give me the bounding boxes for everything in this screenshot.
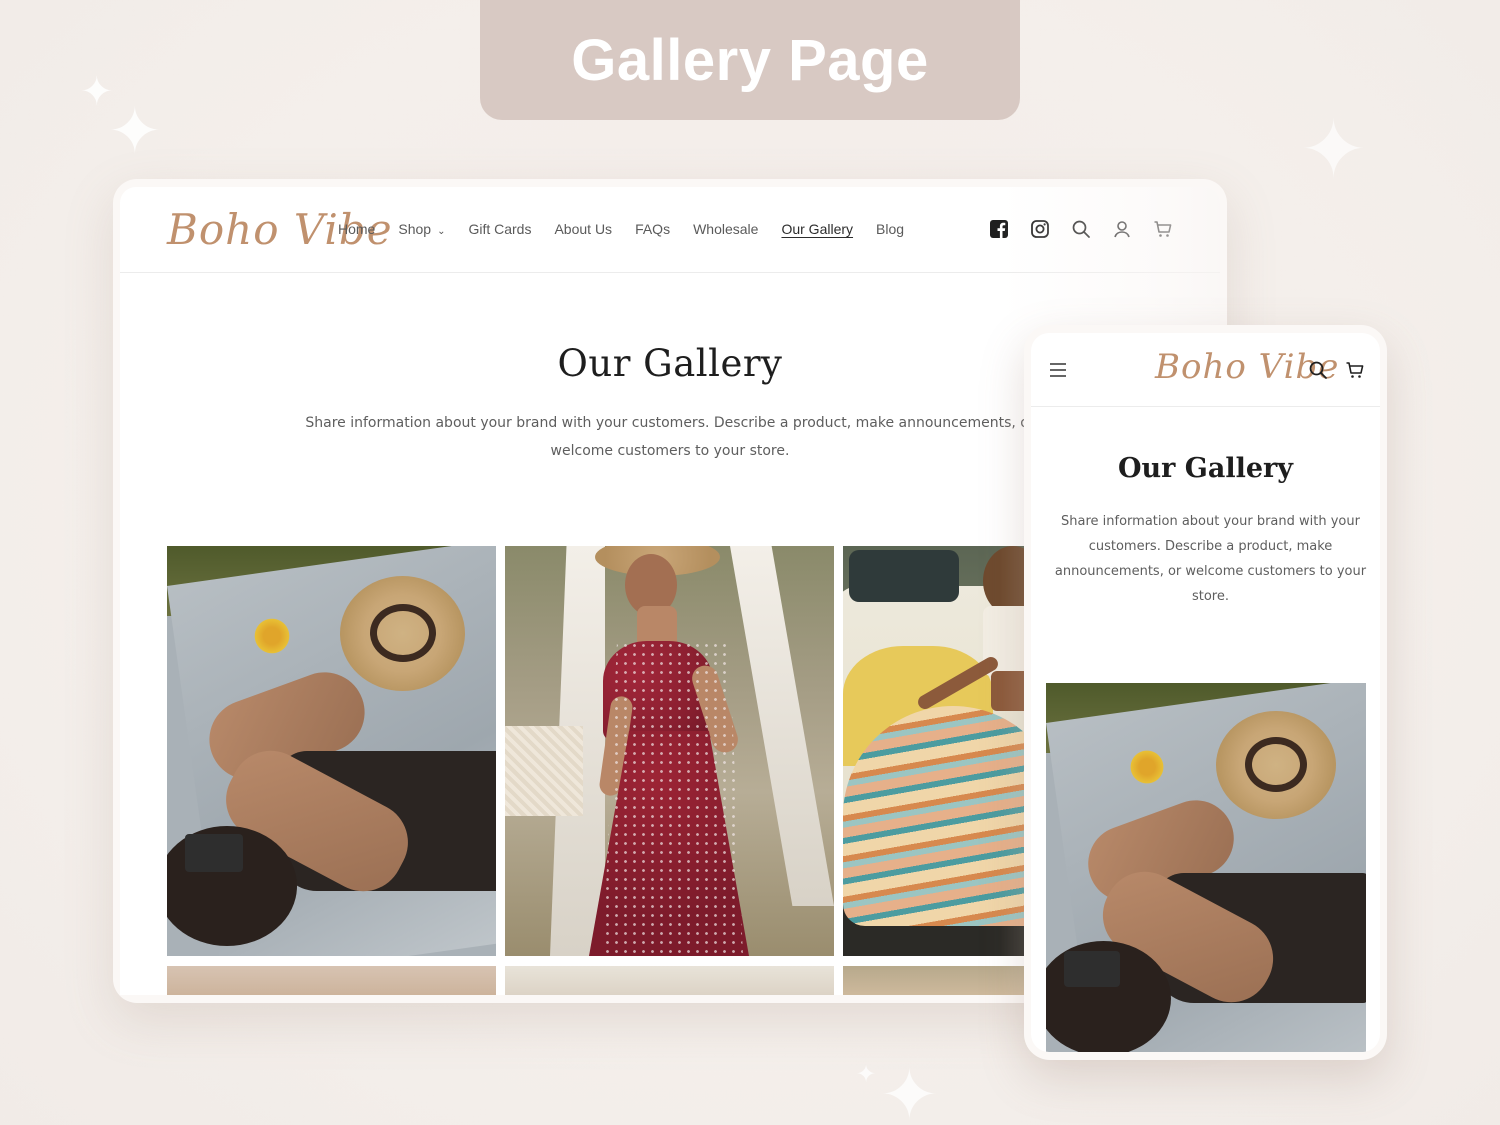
photo-lying-on-blanket-with-hat[interactable] xyxy=(1046,683,1366,1052)
sparkle-icon: ✦ xyxy=(108,95,162,169)
sparkle-icon: ✦ xyxy=(880,1054,939,1125)
page-description: Share information about your brand with … xyxy=(1054,514,1367,604)
menu-icon[interactable] xyxy=(1047,359,1069,381)
nav-item-faqs[interactable]: FAQs xyxy=(635,221,670,237)
nav-item-blog[interactable]: Blog xyxy=(876,221,904,237)
photo-row2-2[interactable] xyxy=(505,966,834,995)
facebook-icon[interactable] xyxy=(988,218,1010,240)
mobile-preview: Boho Vibe Our Gallery Share information … xyxy=(1024,325,1387,1060)
instagram-icon[interactable] xyxy=(1029,218,1051,240)
search-icon[interactable] xyxy=(1070,218,1092,240)
main-nav: Home Shop ⌄ Gift Cards About Us FAQs Whol… xyxy=(338,221,927,237)
search-icon[interactable] xyxy=(1307,359,1329,381)
page-banner: Gallery Page xyxy=(480,0,1020,120)
page-title: Our Gallery xyxy=(1118,453,1293,484)
cart-icon[interactable] xyxy=(1152,218,1174,240)
photo-row2-3[interactable] xyxy=(843,966,1043,995)
nav-item-shop[interactable]: Shop ⌄ xyxy=(398,221,445,237)
mobile-screen: Boho Vibe Our Gallery Share information … xyxy=(1031,333,1380,1052)
account-icon[interactable] xyxy=(1111,218,1133,240)
mobile-header: Boho Vibe xyxy=(1031,333,1380,407)
photo-red-floral-dress[interactable] xyxy=(505,546,834,956)
nav-item-about-us[interactable]: About Us xyxy=(554,221,612,237)
page-description: Share information about your brand with … xyxy=(305,415,1035,459)
chevron-down-icon: ⌄ xyxy=(437,226,446,237)
sparkle-icon: ✦ xyxy=(1300,103,1368,196)
desktop-header: Boho Vibe Home Shop ⌄ Gift Cards About Us… xyxy=(120,187,1220,273)
header-icons xyxy=(988,218,1174,240)
nav-item-our-gallery[interactable]: Our Gallery xyxy=(781,221,853,237)
banner-title: Gallery Page xyxy=(571,27,929,93)
cart-icon[interactable] xyxy=(1344,359,1366,381)
nav-item-wholesale[interactable]: Wholesale xyxy=(693,221,758,237)
sparkle-icon: ✦ xyxy=(856,1060,877,1088)
nav-item-gift-cards[interactable]: Gift Cards xyxy=(468,221,531,237)
nav-item-home[interactable]: Home xyxy=(338,221,375,237)
photo-lying-on-blanket-with-hat[interactable] xyxy=(167,546,496,956)
photo-row2-1[interactable] xyxy=(167,966,496,995)
photo-boho-skirt-with-van[interactable] xyxy=(843,546,1043,956)
